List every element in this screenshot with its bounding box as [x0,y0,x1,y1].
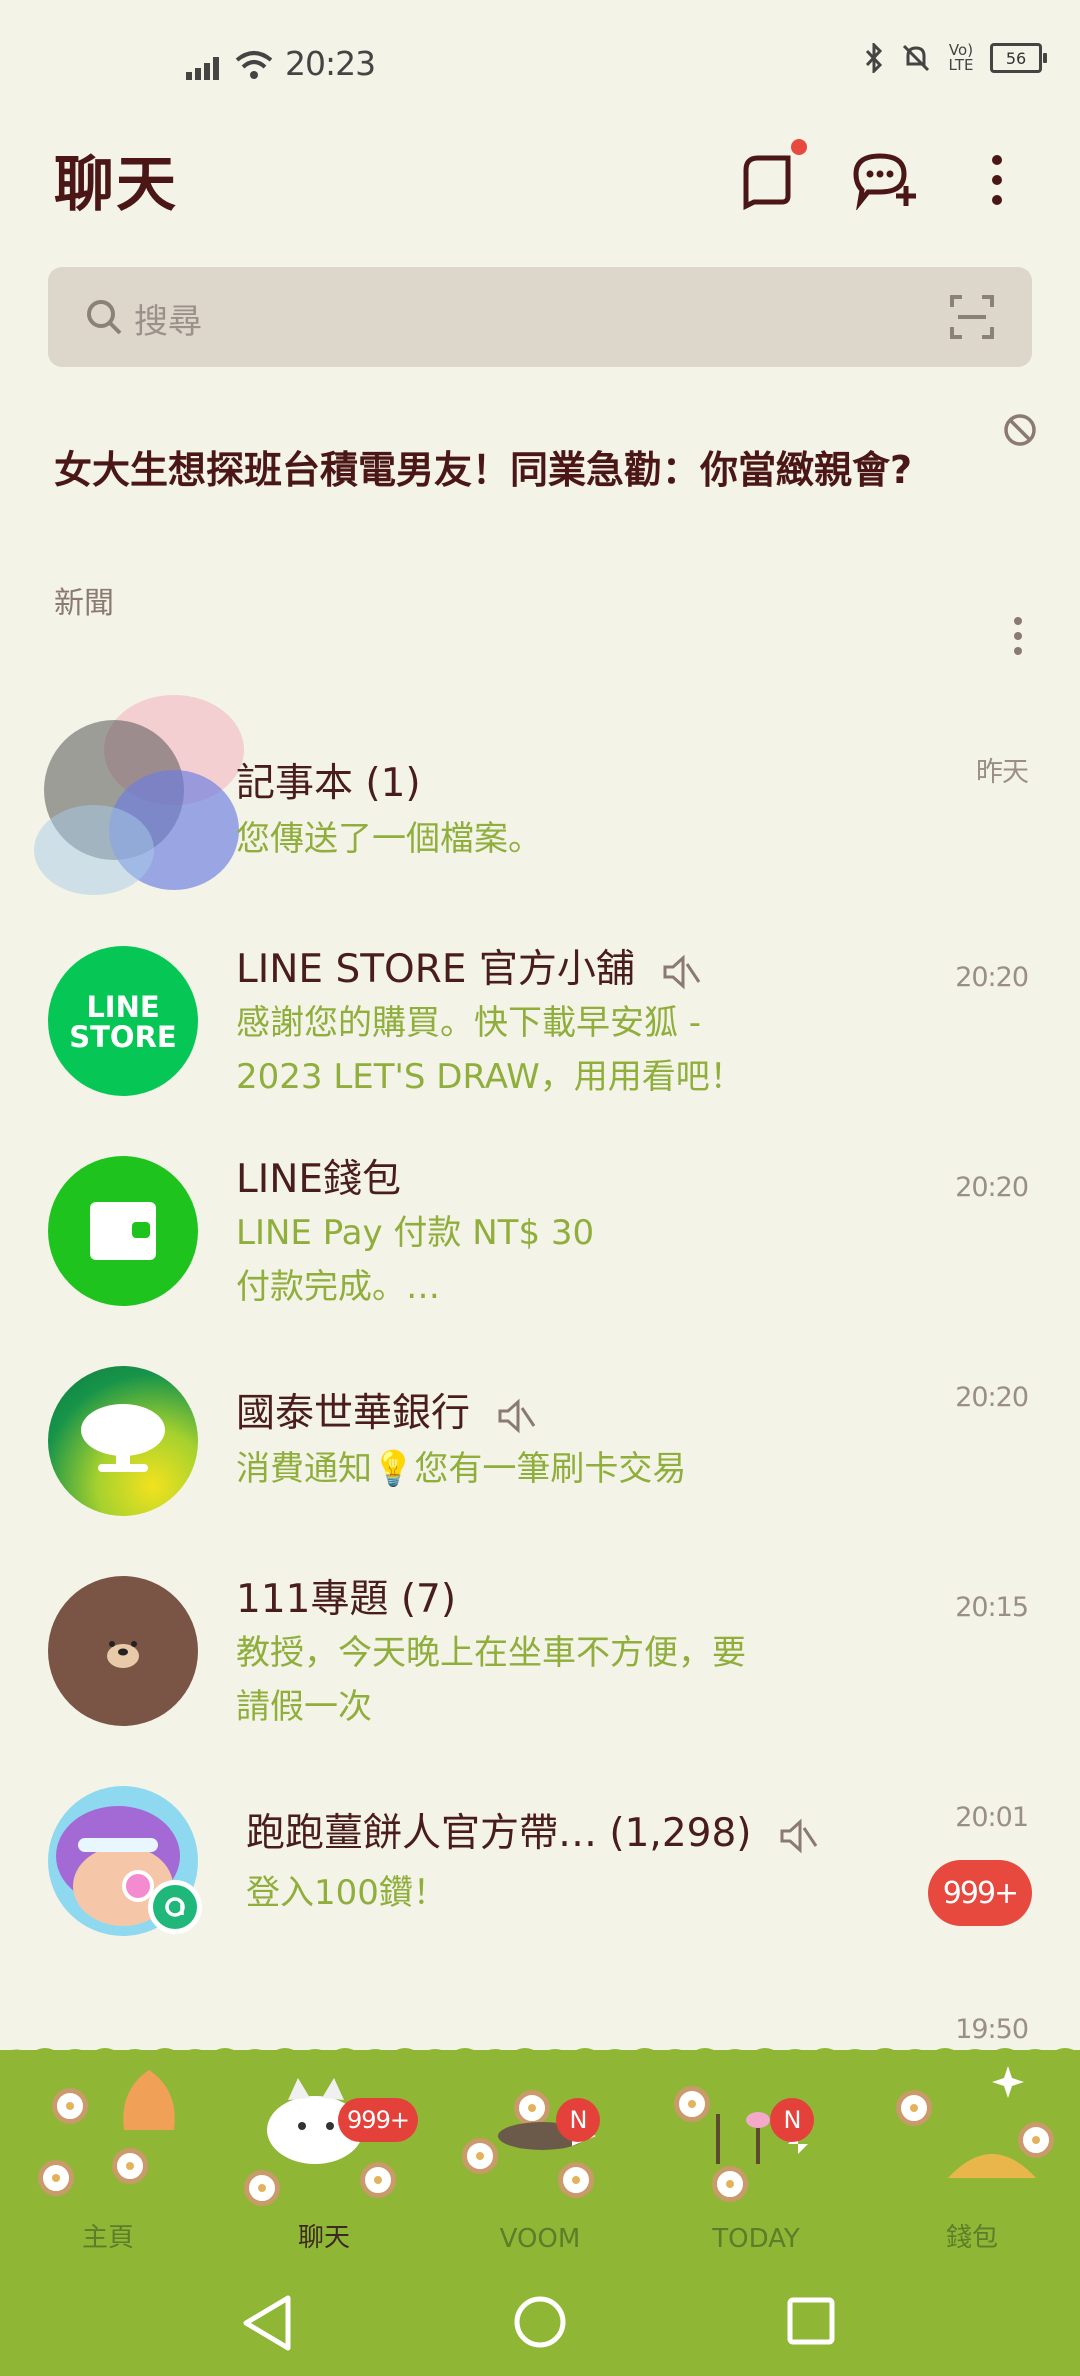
chat-name: 國泰世華銀行 [236,1382,536,1438]
notification-dot [791,139,807,155]
news-more-icon[interactable] [1010,616,1026,656]
nav-voom[interactable]: VOOM N [432,2050,648,2266]
flower-decoration [244,2170,280,2206]
mute-icon [663,954,701,989]
nav-label: 主頁 [81,2223,134,2253]
chat-preview: 登入100鑽！ [246,1873,447,1913]
mute-notification-icon [902,44,930,72]
nav-label: 錢包 [945,2223,998,2253]
more-options-button[interactable] [962,145,1032,215]
status-bar: 20:23 Vo) LTE 56 [0,0,1080,130]
chat-preview-line1: LINE Pay 付款 NT$ 30 [236,1213,595,1253]
bluetooth-icon [865,43,883,73]
page-title: 聊天 [54,150,178,220]
chat-name: LINE STORE 官方小舖 [236,938,701,994]
bottom-nav: 主頁 聊天 999+ VOOM N TODAY N 錢包 [0,2050,1080,2266]
chat-item-cookie-run[interactable]: 跑跑薑餅人官方帶… (1,298) 登入100鑽！ 20:01 999+ [0,1768,1080,1958]
mute-icon [498,1398,536,1433]
back-icon[interactable] [240,2294,294,2352]
chat-item-line-wallet[interactable]: LINE錢包 LINE Pay 付款 NT$ 30 付款完成。… 20:20 [0,1138,1080,1328]
nav-label: TODAY [712,2224,800,2254]
recents-icon[interactable] [786,2296,836,2346]
chat-item-notes[interactable]: 記事本 (1) 您傳送了一個檔案。 昨天 [0,695,1080,910]
avatar [48,1156,198,1306]
official-account-icon [165,1897,185,1917]
flower-decoration [558,2162,594,2198]
chat-item-cathay-bank[interactable]: 國泰世華銀行 消費通知💡您有一筆刷卡交易 20:20 [0,1348,1080,1538]
wifi-icon [235,51,273,79]
battery-icon: 56 [990,43,1047,73]
chat-preview-line2: 請假一次 [236,1687,372,1727]
nav-home[interactable]: 主頁 [0,2050,216,2266]
notes-button[interactable] [733,139,807,215]
chat-preview: 您傳送了一個檔案。 [236,819,542,859]
wallet-icon [90,1202,156,1260]
chat-preview-line1: 教授，今天晚上在坐車不方便，要 [236,1633,746,1673]
chat-name: 111專題 (7) [236,1577,457,1622]
chat-time: 昨天 [976,757,1029,788]
status-time: 20:23 [285,44,376,83]
chat-name: 記事本 (1) [236,761,421,806]
avatar [48,1576,198,1726]
official-account-badge [148,1880,202,1934]
nav-label: VOOM [499,2224,581,2254]
add-chat-icon [853,153,916,210]
nav-badge: N [770,2098,814,2142]
fox-icon [123,2070,175,2130]
news-headline[interactable]: 女大生想探班台積電男友！同業急勸：你當緻親會? [54,440,934,500]
avatar [48,1366,198,1516]
chat-preview-line1: 感謝您的購買。快下載早安狐 - [236,1003,702,1043]
nav-wallet[interactable]: 錢包 [864,2050,1080,2266]
new-chat-button[interactable] [850,145,920,215]
chat-time: 20:15 [955,1592,1029,1623]
chat-preview: 消費通知💡您有一筆刷卡交易 [236,1449,687,1489]
search-placeholder: 搜尋 [134,302,202,342]
search-bar[interactable]: 搜尋 [48,267,1032,367]
wallet-character-icon [948,2154,1036,2178]
flower-decoration [38,2160,74,2196]
chat-time: 20:20 [955,1382,1029,1413]
chat-item-line-store[interactable]: LINE STORE LINE STORE 官方小舖 感謝您的購買。快下載早安狐 … [0,928,1080,1118]
signal-icon [186,57,219,80]
chat-name: LINE錢包 [236,1157,402,1202]
nav-today[interactable]: TODAY N [648,2050,864,2266]
mute-icon [780,1818,818,1853]
flower-decoration [52,2088,88,2124]
home-icon[interactable] [512,2294,568,2350]
scan-icon[interactable] [950,295,994,339]
search-icon [87,300,122,335]
nav-label: 聊天 [297,2223,350,2253]
hide-news-icon[interactable] [1002,412,1038,448]
chat-preview-line2: 2023 LET'S DRAW，用用看吧！ [236,1057,744,1097]
nav-badge: 999+ [338,2098,418,2142]
chat-name: 跑跑薑餅人官方帶… (1,298) [246,1802,818,1858]
brown-bear-icon [107,1641,139,1668]
nav-chats[interactable]: 聊天 999+ [216,2050,432,2266]
nav-badge: N [556,2098,600,2142]
avatar: LINE STORE [48,946,198,1096]
flower-decoration [896,2090,932,2126]
system-nav-bar [0,2266,1080,2376]
sparkle-icon [992,2066,1024,2098]
chat-item-partial[interactable]: 19:50 [0,1978,1080,2045]
chat-preview-line2: 付款完成。… [236,1267,440,1307]
square-chat-icon [743,155,791,210]
chat-time: 20:20 [955,1172,1029,1203]
news-source: 新聞 [54,586,114,621]
avatar-scribble [34,695,244,895]
chat-time: 20:20 [955,962,1029,993]
chat-item-111-project[interactable]: 111專題 (7) 教授，今天晚上在坐車不方便，要 請假一次 20:15 [0,1558,1080,1748]
unread-badge: 999+ [928,1860,1032,1926]
chat-time: 20:01 [955,1802,1029,1833]
tree-icon [81,1404,165,1472]
flower-decoration [112,2148,148,2184]
more-vertical-icon [992,155,1002,205]
volte-indicator: Vo) LTE [948,41,974,74]
